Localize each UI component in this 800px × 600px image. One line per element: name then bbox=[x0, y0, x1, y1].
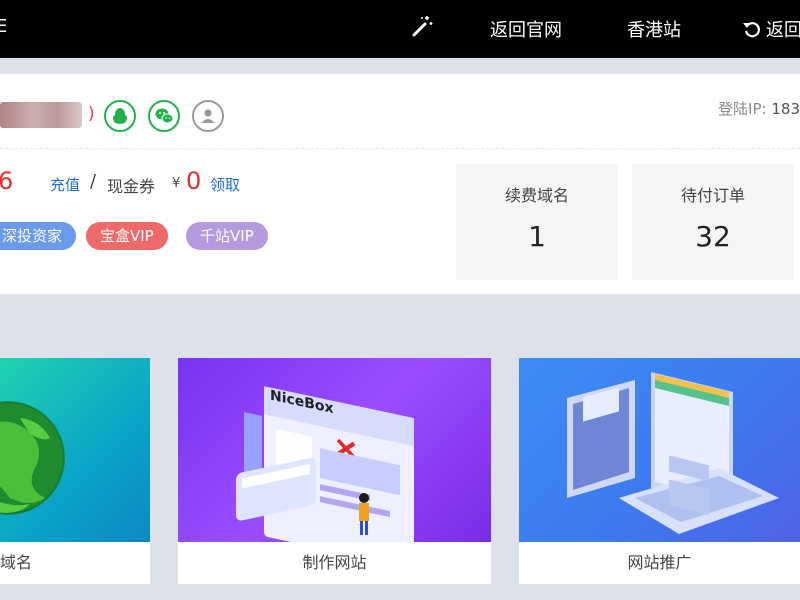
nicebox-website-illustration: NiceBox bbox=[178, 358, 491, 542]
coupon-currency: ¥ bbox=[172, 176, 181, 191]
nav-back-to-official-site[interactable]: 返回官网 bbox=[490, 16, 562, 42]
qq-bind-button[interactable] bbox=[104, 100, 136, 132]
stat-pending-orders[interactable]: 待付订单 32 bbox=[632, 164, 794, 280]
user-profile-button[interactable] bbox=[192, 100, 224, 132]
stat-label: 待付订单 bbox=[680, 186, 745, 205]
magic-wand-icon[interactable] bbox=[410, 14, 434, 38]
service-caption: 域名 bbox=[0, 553, 33, 572]
claim-coupon-link[interactable]: 领取 bbox=[210, 174, 240, 195]
stat-label: 续费域名 bbox=[504, 186, 569, 205]
dashed-divider bbox=[0, 148, 800, 149]
badge-site-vip[interactable]: 千站VIP bbox=[186, 222, 268, 250]
login-ip: 登陆IP: 183 bbox=[718, 98, 800, 119]
recharge-link[interactable]: 充值 bbox=[50, 174, 80, 195]
wechat-icon bbox=[155, 108, 174, 124]
stat-renew-domains[interactable]: 续费域名 1 bbox=[456, 164, 618, 280]
stat-value: 1 bbox=[528, 220, 546, 253]
nav-back-label: 返回 bbox=[766, 20, 800, 41]
service-caption: 网站推广 bbox=[627, 553, 692, 572]
username-paren: ) bbox=[88, 104, 95, 124]
nav-hong-kong-site[interactable]: 香港站 bbox=[627, 16, 681, 42]
laptop-illustration bbox=[519, 358, 800, 542]
badge-investor[interactable]: 深投资家 bbox=[0, 222, 77, 250]
balance-amount: 6 bbox=[0, 167, 14, 195]
service-card-build-site[interactable]: NiceBox 制作网站 bbox=[178, 358, 491, 584]
coupon-amount: 0 bbox=[186, 167, 202, 195]
service-card-promotion[interactable]: 网站推广 bbox=[519, 358, 800, 584]
badge-box-vip[interactable]: 宝盒VIP bbox=[86, 222, 168, 250]
qq-icon bbox=[113, 108, 127, 124]
user-icon bbox=[201, 109, 215, 123]
login-ip-label: 登陆IP: bbox=[718, 100, 767, 118]
nav-back-button[interactable]: 返回 bbox=[742, 16, 800, 42]
top-bar: E 返回官网 香港站 返回 bbox=[0, 0, 800, 58]
undo-icon bbox=[743, 22, 760, 38]
blurred-username bbox=[0, 102, 82, 128]
coupon-label: 现金券 bbox=[107, 177, 156, 196]
login-ip-value: 183 bbox=[771, 100, 800, 118]
stat-value: 32 bbox=[695, 220, 731, 253]
balance-separator: / bbox=[90, 171, 97, 192]
service-card-domain[interactable]: 域名 bbox=[0, 358, 150, 584]
globe-illustration bbox=[0, 358, 150, 542]
logo-text-fragment: E bbox=[0, 16, 8, 37]
account-panel: ) 登陆IP: 183 6 充值 / 现金券 ¥ 0 领取 深投资家 宝盒VIP… bbox=[0, 74, 800, 294]
wechat-bind-button[interactable] bbox=[148, 100, 180, 132]
service-caption: 制作网站 bbox=[302, 553, 367, 572]
